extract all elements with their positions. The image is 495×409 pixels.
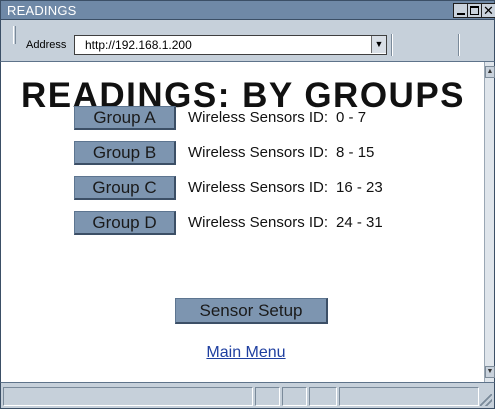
group-description-label: Wireless Sensors ID: (188, 144, 329, 161)
group-c-description: Wireless Sensors ID: 16 - 23 (188, 179, 383, 196)
status-cell-zone (339, 387, 479, 406)
group-b-description: Wireless Sensors ID: 8 - 15 (188, 144, 374, 161)
scroll-down-icon[interactable]: ▼ (485, 366, 495, 378)
toolbar-separator (458, 34, 460, 56)
page-content: READINGS: BY GROUPS Group A Wireless Sen… (0, 62, 484, 382)
group-description-label: Wireless Sensors ID: (188, 179, 329, 196)
address-input[interactable]: http://192.168.1.200 (74, 35, 387, 55)
chevron-down-icon[interactable]: ▼ (371, 36, 386, 53)
main-menu-link[interactable]: Main Menu (1, 344, 491, 362)
group-description-label: Wireless Sensors ID: (188, 214, 329, 231)
group-c-button[interactable]: Group C (74, 176, 176, 200)
group-b-button[interactable]: Group B (74, 141, 176, 165)
toolbar-separator (391, 34, 393, 56)
status-bar (0, 382, 495, 409)
group-id-range: 8 - 15 (336, 144, 375, 161)
browser-window: READINGS ✕ Address http://192.168.1.200 … (0, 0, 495, 409)
group-description-label: Wireless Sensors ID: (188, 109, 329, 126)
group-id-range: 0 - 7 (336, 109, 367, 126)
group-a-button[interactable]: Group A (74, 106, 176, 130)
group-d-button[interactable]: Group D (74, 211, 176, 235)
address-label: Address (26, 39, 67, 51)
scroll-up-icon[interactable]: ▲ (485, 66, 495, 78)
resize-grip-icon[interactable] (480, 394, 492, 406)
minimize-icon[interactable] (453, 3, 468, 18)
window-title: READINGS (7, 3, 77, 18)
sensor-setup-button[interactable]: Sensor Setup (175, 298, 328, 324)
maximize-icon[interactable] (467, 3, 482, 18)
title-bar[interactable]: READINGS ✕ (0, 0, 495, 20)
group-id-range: 24 - 31 (336, 214, 383, 231)
status-cell (282, 387, 307, 406)
address-bar: Address http://192.168.1.200 ▼ (0, 20, 495, 62)
status-cell (309, 387, 337, 406)
toolbar-grip[interactable] (13, 26, 16, 44)
close-icon[interactable]: ✕ (481, 3, 495, 18)
group-id-range: 16 - 23 (336, 179, 383, 196)
address-url: http://192.168.1.200 (85, 38, 192, 52)
status-cell (255, 387, 280, 406)
vertical-scrollbar[interactable]: ▲ ▼ (484, 62, 495, 382)
group-d-description: Wireless Sensors ID: 24 - 31 (188, 214, 383, 231)
group-a-description: Wireless Sensors ID: 0 - 7 (188, 109, 366, 126)
status-cell-main (3, 387, 253, 406)
